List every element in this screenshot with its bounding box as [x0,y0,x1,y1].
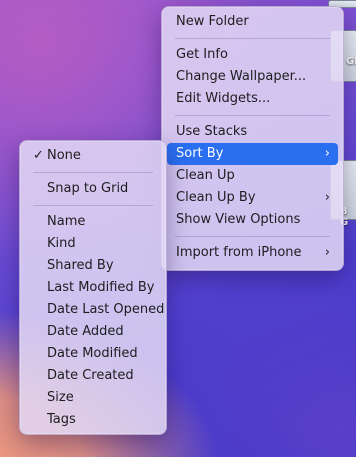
menu-item-label: Snap to Grid [47,181,129,196]
menu-item-label: Import from iPhone [176,245,302,260]
menu-separator [33,172,153,173]
submenu-item-none[interactable]: ✓ None [25,145,161,167]
menu-item-label: Kind [47,236,76,251]
submenu-item-size[interactable]: Size [25,387,161,409]
menu-item-label: Tags [47,412,76,427]
menu-item-label: Size [47,390,74,405]
menu-item-label: Sort By [176,146,224,161]
menu-item-label: Shared By [47,258,114,273]
menu-item-label: Show View Options [176,212,301,227]
menu-item-change-wallpaper[interactable]: Change Wallpaper... [167,66,338,88]
submenu-item-snap-to-grid[interactable]: Snap to Grid [25,178,161,200]
menu-item-label: New Folder [176,14,249,29]
menu-item-label: None [47,148,81,163]
desktop-file-label[interactable]: GE [346,56,356,67]
menu-item-import-from-iphone[interactable]: Import from iPhone › [167,242,338,264]
submenu-item-shared-by[interactable]: Shared By [25,255,161,277]
submenu-item-date-added[interactable]: Date Added [25,321,161,343]
menu-item-edit-widgets[interactable]: Edit Widgets... [167,88,338,110]
submenu-item-date-created[interactable]: Date Created [25,365,161,387]
menu-separator [175,236,330,237]
menu-item-new-folder[interactable]: New Folder [167,11,338,33]
submenu-item-date-last-opened[interactable]: Date Last Opened [25,299,165,321]
menu-item-label: Change Wallpaper... [176,69,307,84]
menu-item-clean-up[interactable]: Clean Up [167,165,338,187]
menu-item-label: Last Modified By [47,280,155,295]
menu-item-label: Edit Widgets... [176,91,271,106]
chevron-right-icon: › [324,190,330,205]
submenu-item-date-modified[interactable]: Date Modified [25,343,161,365]
chevron-right-icon: › [324,245,330,260]
menu-item-use-stacks[interactable]: Use Stacks [167,121,338,143]
menu-item-show-view-options[interactable]: Show View Options [167,209,338,231]
chevron-right-icon: › [324,146,330,161]
submenu-item-tags[interactable]: Tags [25,409,161,431]
menu-item-get-info[interactable]: Get Info [167,44,338,66]
checkmark-icon: ✓ [33,148,44,163]
menu-item-label: Clean Up By [176,190,256,205]
menu-item-clean-up-by[interactable]: Clean Up By › [167,187,338,209]
menu-item-label: Get Info [176,47,228,62]
menu-item-label: Name [47,214,86,229]
menu-item-label: Use Stacks [176,124,248,139]
submenu-item-kind[interactable]: Kind [25,233,161,255]
menu-separator [175,115,330,116]
menu-separator [33,205,153,206]
desktop-context-menu: New Folder Get Info Change Wallpaper... … [161,6,344,271]
menu-item-label: Date Added [47,324,124,339]
menu-item-label: Clean Up [176,168,235,183]
submenu-item-name[interactable]: Name [25,211,161,233]
sort-by-submenu: ✓ None Snap to Grid Name Kind Shared By … [19,140,167,435]
menu-item-sort-by[interactable]: Sort By › [167,143,338,165]
menu-item-label: Date Created [47,368,134,383]
menu-item-label: Date Last Opened [47,302,165,317]
menu-item-label: Date Modified [47,346,138,361]
submenu-item-last-modified-by[interactable]: Last Modified By [25,277,161,299]
menu-separator [175,38,330,39]
